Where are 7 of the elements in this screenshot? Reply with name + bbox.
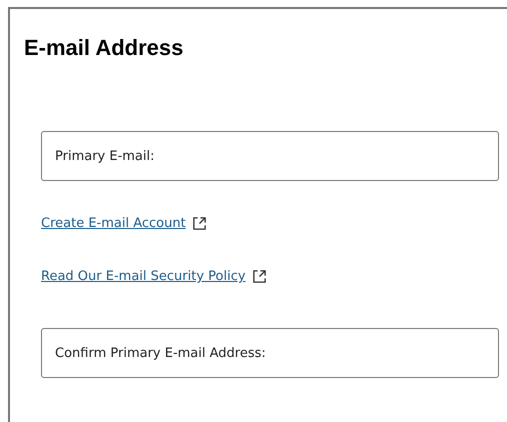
- external-link[interactable]: Create E-mail Account: [41, 216, 207, 231]
- external-link-icon: [252, 269, 267, 284]
- section-title: E-mail Address: [24, 35, 184, 61]
- external-link-icon: [192, 216, 207, 231]
- external-link[interactable]: Read Our E-mail Security Policy: [41, 269, 267, 284]
- input-field[interactable]: Confirm Primary E-mail Address:: [41, 328, 499, 378]
- input-field[interactable]: Primary E-mail:: [41, 131, 499, 181]
